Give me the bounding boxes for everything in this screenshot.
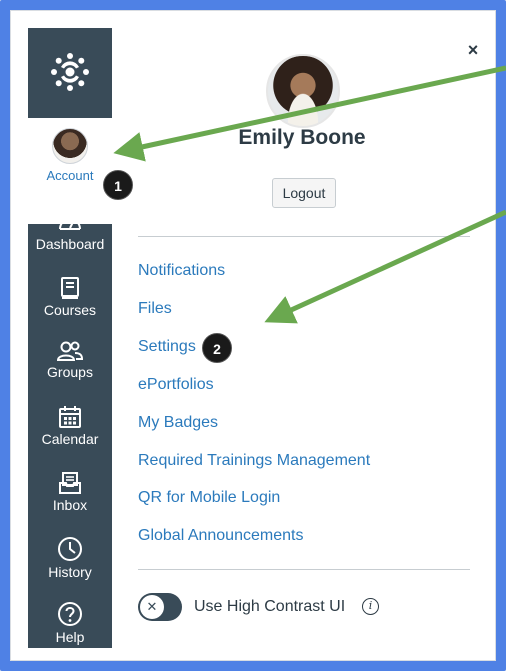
global-navigation: Account Dashboard Courses Groups Calenda… (28, 28, 112, 648)
high-contrast-toggle[interactable]: ✕ (138, 593, 182, 621)
high-contrast-label: Use High Contrast UI (194, 598, 346, 615)
nav-item-label: Calendar (41, 431, 99, 447)
nav-item-inbox[interactable]: Inbox (28, 461, 112, 527)
divider (138, 569, 470, 570)
info-icon[interactable]: i (362, 598, 379, 615)
nav-item-history[interactable]: History (28, 526, 112, 592)
nav-item-account-label: Account (46, 168, 94, 183)
close-tray-button[interactable]: × (464, 41, 482, 59)
dashboard-icon (59, 218, 81, 230)
nav-item-label: History (48, 564, 92, 580)
link-required-trainings-management[interactable]: Required Trainings Management (138, 452, 370, 470)
step-badge-1: 1 (103, 170, 133, 200)
step-badge-2: 2 (202, 333, 232, 363)
user-name: Emily Boone (238, 126, 366, 149)
canvas-logo[interactable] (28, 28, 112, 118)
nav-item-label: Groups (47, 364, 93, 380)
nav-item-label: Help (55, 629, 85, 645)
logout-button[interactable]: Logout (272, 178, 336, 208)
nav-item-label: Inbox (52, 497, 88, 513)
user-avatar (266, 54, 340, 128)
courses-icon (61, 277, 79, 299)
link-my-badges[interactable]: My Badges (138, 414, 218, 432)
nav-item-calendar[interactable]: Calendar (28, 395, 112, 461)
inbox-icon (59, 472, 81, 494)
nav-item-label: Dashboard (35, 236, 105, 252)
link-settings[interactable]: Settings (138, 338, 196, 356)
nav-item-help[interactable]: Help (28, 591, 112, 657)
link-notifications[interactable]: Notifications (138, 262, 225, 280)
nav-item-courses[interactable]: Courses (28, 266, 112, 332)
link-eportfolios[interactable]: ePortfolios (138, 376, 214, 394)
nav-item-groups[interactable]: Groups (28, 330, 112, 396)
groups-icon (56, 341, 84, 361)
history-icon (58, 537, 82, 561)
nav-item-dashboard[interactable]: Dashboard (28, 202, 112, 268)
nav-item-label: Courses (43, 302, 97, 318)
link-qr-mobile-login[interactable]: QR for Mobile Login (138, 489, 280, 507)
avatar (52, 128, 88, 164)
link-global-announcements[interactable]: Global Announcements (138, 527, 303, 545)
link-files[interactable]: Files (138, 300, 172, 318)
canvas-logo-icon (51, 53, 89, 91)
calendar-icon (59, 406, 81, 428)
divider (138, 236, 470, 237)
help-icon (58, 602, 82, 626)
toggle-off-icon: ✕ (140, 595, 164, 619)
